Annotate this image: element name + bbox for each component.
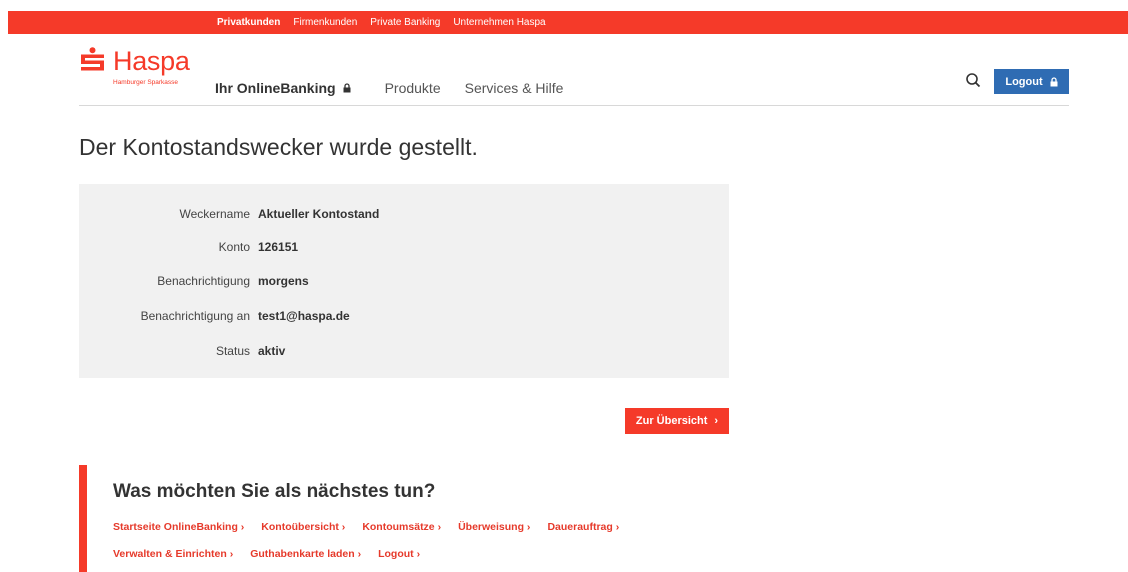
link-kontoumsaetze[interactable]: Kontoumsätze bbox=[362, 521, 441, 533]
link-guthabenkarte-laden[interactable]: Guthabenkarte laden bbox=[250, 548, 361, 560]
detail-value: aktiv bbox=[258, 344, 286, 358]
link-verwalten-einrichten[interactable]: Verwalten & Einrichten bbox=[113, 548, 233, 560]
nav-services-hilfe[interactable]: Services & Hilfe bbox=[465, 80, 564, 96]
detail-row-benachrichtigung-an: Benachrichtigung an test1@haspa.de bbox=[79, 306, 729, 326]
brand-name: Haspa bbox=[113, 46, 190, 76]
top-nav-privatkunden[interactable]: Privatkunden bbox=[217, 17, 280, 28]
next-steps-links-row-2: Verwalten & Einrichten Guthabenkarte lad… bbox=[113, 548, 763, 560]
nav-ihr-onlinebanking[interactable]: Ihr OnlineBanking bbox=[215, 80, 351, 96]
next-steps-section: Was möchten Sie als nächstes tun? Starts… bbox=[79, 465, 779, 572]
link-kontouebersicht[interactable]: Kontoübersicht bbox=[261, 521, 345, 533]
top-nav-private-banking[interactable]: Private Banking bbox=[370, 17, 440, 28]
detail-label: Weckername bbox=[179, 207, 250, 221]
overview-button[interactable]: Zur Übersicht › bbox=[625, 408, 729, 434]
chevron-right-icon: › bbox=[714, 415, 719, 427]
page-title: Der Kontostandswecker wurde gestellt. bbox=[79, 134, 478, 160]
link-logout[interactable]: Logout bbox=[378, 548, 420, 560]
detail-value: Aktueller Kontostand bbox=[258, 207, 380, 221]
detail-row-konto: Konto 126151 bbox=[79, 237, 729, 257]
main-navigation: Ihr OnlineBanking Produkte Services & Hi… bbox=[215, 80, 587, 96]
haspa-logo[interactable]: Haspa Hamburger Sparkasse bbox=[79, 46, 190, 98]
logout-button-label: Logout bbox=[1005, 75, 1043, 88]
detail-row-benachrichtigung: Benachrichtigung morgens bbox=[79, 271, 729, 291]
top-nav-links: Privatkunden Firmenkunden Private Bankin… bbox=[217, 11, 546, 34]
top-nav-firmenkunden[interactable]: Firmenkunden bbox=[293, 17, 357, 28]
overview-button-label: Zur Übersicht bbox=[635, 415, 708, 427]
top-nav-unternehmen-haspa[interactable]: Unternehmen Haspa bbox=[453, 17, 545, 28]
detail-value: morgens bbox=[258, 274, 309, 288]
detail-value: test1@haspa.de bbox=[258, 309, 350, 323]
top-navigation-bar: Privatkunden Firmenkunden Private Bankin… bbox=[8, 11, 1128, 34]
next-steps-heading: Was möchten Sie als nächstes tun? bbox=[113, 481, 436, 502]
search-button[interactable] bbox=[965, 72, 983, 90]
link-startseite-onlinebanking[interactable]: Startseite OnlineBanking bbox=[113, 521, 244, 533]
detail-row-weckername: Weckername Aktueller Kontostand bbox=[79, 204, 729, 224]
detail-label: Benachrichtigung bbox=[157, 274, 250, 288]
detail-label: Benachrichtigung an bbox=[140, 309, 250, 323]
search-icon bbox=[966, 73, 981, 88]
detail-label: Status bbox=[215, 344, 250, 358]
lock-icon bbox=[343, 83, 351, 93]
next-steps-links-row-1: Startseite OnlineBanking Kontoübersicht … bbox=[113, 521, 763, 533]
logout-button[interactable]: Logout bbox=[994, 69, 1069, 94]
sparkasse-s-logo-icon bbox=[81, 47, 104, 71]
link-dauerauftrag[interactable]: Dauerauftrag bbox=[547, 521, 619, 533]
detail-row-status: Status aktiv bbox=[79, 341, 729, 361]
link-ueberweisung[interactable]: Überweisung bbox=[458, 521, 530, 533]
nav-produkte[interactable]: Produkte bbox=[385, 80, 441, 96]
lock-icon bbox=[1050, 76, 1058, 86]
nav-ihr-onlinebanking-label: Ihr OnlineBanking bbox=[215, 80, 336, 96]
detail-value: 126151 bbox=[258, 240, 299, 254]
accent-bar bbox=[79, 465, 87, 572]
detail-label: Konto bbox=[218, 240, 250, 254]
header-divider bbox=[79, 105, 1069, 106]
brand-subtitle: Hamburger Sparkasse bbox=[113, 79, 179, 86]
alarm-details-panel: Weckername Aktueller Kontostand Konto 12… bbox=[79, 184, 729, 378]
